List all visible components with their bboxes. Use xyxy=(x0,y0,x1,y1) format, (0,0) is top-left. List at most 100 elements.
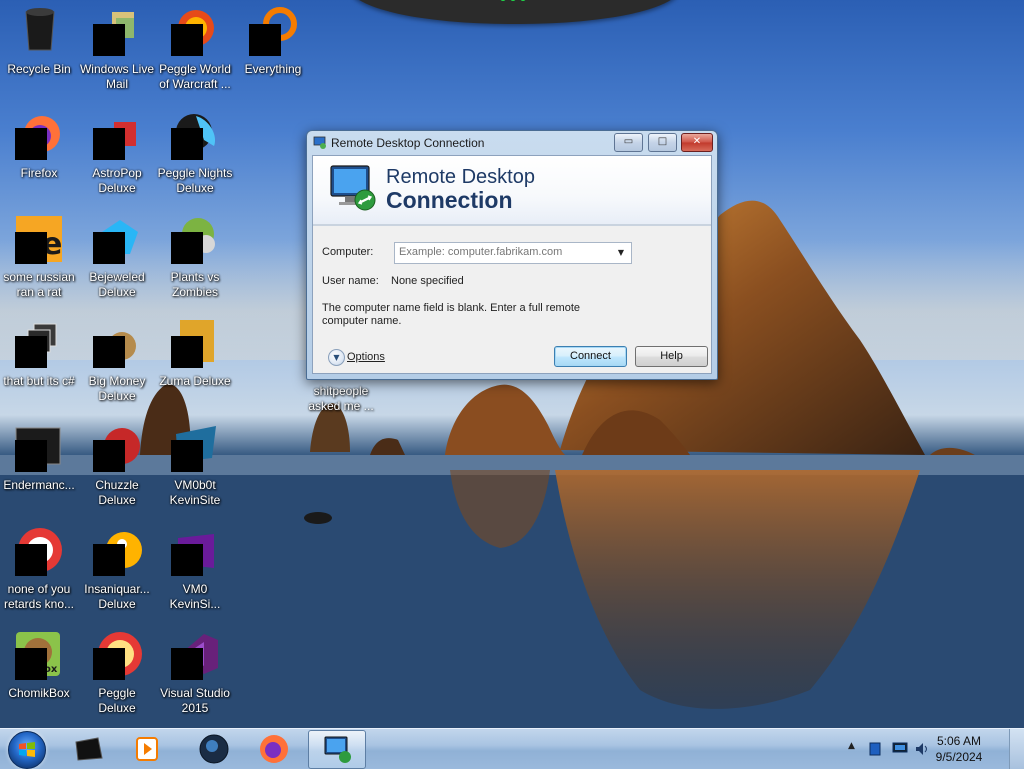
dialog-title: Remote Desktop Connection xyxy=(331,136,485,150)
desktop-icon-insaniquarium[interactable]: Insaniquar... Deluxe xyxy=(78,524,156,622)
desktop-icon-endermanc[interactable]: Endermanc... xyxy=(0,420,78,518)
taskbar-file-manager-button[interactable] xyxy=(60,730,116,767)
desktop-icon-label: Peggle Nights Deluxe xyxy=(157,166,233,195)
maximize-button[interactable]: □ xyxy=(648,133,677,152)
desktop-icon-bejeweled[interactable]: Bejeweled Deluxe xyxy=(78,212,156,310)
connect-button[interactable]: Connect xyxy=(554,346,627,367)
options-expand-icon[interactable]: ▼ xyxy=(328,349,345,366)
banner-title-line1: Remote Desktop xyxy=(386,166,535,188)
taskbar-media-player-button[interactable] xyxy=(120,730,176,767)
banner-title-line2: Connection xyxy=(386,187,513,213)
desktop-icon-plants-vs-zombies[interactable]: Plants vs Zombies xyxy=(156,212,234,310)
computer-input[interactable] xyxy=(397,244,615,260)
show-desktop-button[interactable] xyxy=(1009,729,1024,769)
desktop-icon-recycle-bin[interactable]: Recycle Bin xyxy=(0,4,78,102)
desktop-icon-label: Zuma Deluxe xyxy=(159,374,231,388)
gadget-indicator-icon xyxy=(500,0,506,1)
validation-message: The computer name field is blank. Enter … xyxy=(322,302,581,327)
redacted-icon-mask xyxy=(15,544,47,576)
redacted-icon-mask xyxy=(171,544,203,576)
media-player-icon xyxy=(136,737,158,761)
redacted-icon-mask xyxy=(93,128,125,160)
redacted-icon-mask xyxy=(171,128,203,160)
desktop-icon-label: Peggle Deluxe xyxy=(98,686,136,715)
help-button[interactable]: Help xyxy=(635,346,708,367)
desktop-icon-label: Visual Studio 2015 xyxy=(160,686,230,715)
remote-desktop-small-icon xyxy=(313,136,326,149)
redacted-icon-mask xyxy=(93,440,125,472)
remote-desktop-large-icon xyxy=(330,165,376,211)
desktop-background: Recycle Bin Windows Live Mail Peggle Wor… xyxy=(0,0,1024,728)
dialog-banner: Remote Desktop Connection xyxy=(313,156,711,226)
desktop-icon-label: Big Money Deluxe xyxy=(88,374,146,403)
desktop-icon-vm0-kevinsi[interactable]: VM0 KevinSi... xyxy=(156,524,234,622)
clock[interactable]: 5:06 AM 9/5/2024 xyxy=(924,733,994,765)
close-button[interactable]: ✕ xyxy=(681,133,713,152)
redacted-icon-mask xyxy=(15,232,47,264)
desktop-icon-label: Peggle World of Warcraft ... xyxy=(159,62,231,91)
taskbar: ▲ 5:06 AM 9/5/2024 xyxy=(0,728,1024,769)
redacted-icon-mask xyxy=(171,336,203,368)
desktop-icon-big-money[interactable]: Big Money Deluxe xyxy=(78,316,156,414)
desktop-icon-label: shitpeople asked me ... xyxy=(308,384,374,413)
dark-box-icon xyxy=(75,737,103,761)
redacted-icon-mask xyxy=(93,24,125,56)
taskbar-globe-app-button[interactable] xyxy=(186,730,242,767)
maximize-icon: □ xyxy=(657,136,668,147)
desktop-icon-peggle-wow[interactable]: Peggle World of Warcraft ... xyxy=(156,4,234,102)
desktop-icon-chuzzle[interactable]: Chuzzle Deluxe xyxy=(78,420,156,518)
desktop-icon-label: Firefox xyxy=(20,166,58,180)
redacted-icon-mask xyxy=(15,440,47,472)
close-icon: ✕ xyxy=(692,136,702,147)
dropdown-arrow-icon[interactable]: ▼ xyxy=(613,244,629,262)
desktop-icon-chomikbox[interactable]: ox ChomikBox xyxy=(0,628,78,726)
desktop-icon-label: AstroPop Deluxe xyxy=(92,166,142,195)
desktop-icon-that-but-its-csharp[interactable]: that but its c# xyxy=(0,316,78,414)
desktop-icon-vm0b0t[interactable]: VM0b0t KevinSite xyxy=(156,420,234,518)
desktop-icon-zuma[interactable]: Zuma Deluxe xyxy=(156,316,234,414)
username-label: User name: xyxy=(322,275,379,287)
desktop-icon-everything[interactable]: Everything xyxy=(234,4,312,102)
desktop-icon-label: Bejeweled Deluxe xyxy=(89,270,145,299)
redacted-icon-mask xyxy=(171,648,203,680)
desktop-icon-windows-live-mail[interactable]: Windows Live Mail xyxy=(78,4,156,102)
gadget-indicator-icon xyxy=(510,0,516,1)
desktop-icon-astropop[interactable]: AstroPop Deluxe xyxy=(78,108,156,206)
minimize-button[interactable]: ▭ xyxy=(614,133,643,152)
desktop-icon-visual-studio[interactable]: Visual Studio 2015 xyxy=(156,628,234,726)
options-toggle[interactable]: Options xyxy=(347,351,385,363)
taskbar-remote-desktop-button[interactable] xyxy=(308,730,366,769)
taskbar-firefox-button[interactable] xyxy=(246,730,302,767)
desktop-icon-peggle-deluxe[interactable]: Peggle Deluxe xyxy=(78,628,156,726)
desktop-icon-label: Recycle Bin xyxy=(7,62,71,76)
action-center-icon[interactable] xyxy=(868,741,882,757)
redacted-icon-mask xyxy=(171,24,203,56)
desktop-icon-russian-rat[interactable]: e some russian ran a rat xyxy=(0,212,78,310)
network-icon[interactable] xyxy=(892,742,908,755)
firefox-icon xyxy=(260,735,288,763)
desktop-icon-label: some russian ran a rat xyxy=(3,270,75,299)
redacted-icon-mask xyxy=(15,336,47,368)
clock-date: 9/5/2024 xyxy=(935,750,983,764)
system-tray: ▲ 5:06 AM 9/5/2024 xyxy=(844,729,1024,769)
desktop-icon-firefox[interactable]: Firefox xyxy=(0,108,78,206)
dialog-client-area: Remote Desktop Connection Computer: ▼ Us… xyxy=(312,155,712,374)
desktop-icon-none-of-you[interactable]: none of you retards kno... xyxy=(0,524,78,622)
start-button[interactable] xyxy=(8,731,46,769)
minimize-icon: ▭ xyxy=(623,136,634,147)
desktop-icon-label: Plants vs Zombies xyxy=(170,270,220,299)
redacted-icon-mask xyxy=(249,24,281,56)
windows-logo-icon xyxy=(19,742,35,757)
redacted-icon-mask xyxy=(171,232,203,264)
redacted-icon-mask xyxy=(93,232,125,264)
desktop-icon-peggle-nights[interactable]: Peggle Nights Deluxe xyxy=(156,108,234,206)
computer-combobox[interactable]: ▼ xyxy=(394,242,632,264)
remote-desktop-dialog: Remote Desktop Connection ▭ □ ✕ Remote D… xyxy=(306,130,718,380)
tray-expand-icon[interactable]: ▲ xyxy=(848,741,855,751)
desktop-icon-label: ChomikBox xyxy=(8,686,70,700)
gadget-indicator-icon xyxy=(520,0,526,1)
remote-desktop-icon xyxy=(324,736,351,763)
desktop-icon-label: none of you retards kno... xyxy=(3,582,75,611)
username-value: None specified xyxy=(391,275,464,287)
dialog-titlebar[interactable]: Remote Desktop Connection ▭ □ ✕ xyxy=(307,131,717,155)
